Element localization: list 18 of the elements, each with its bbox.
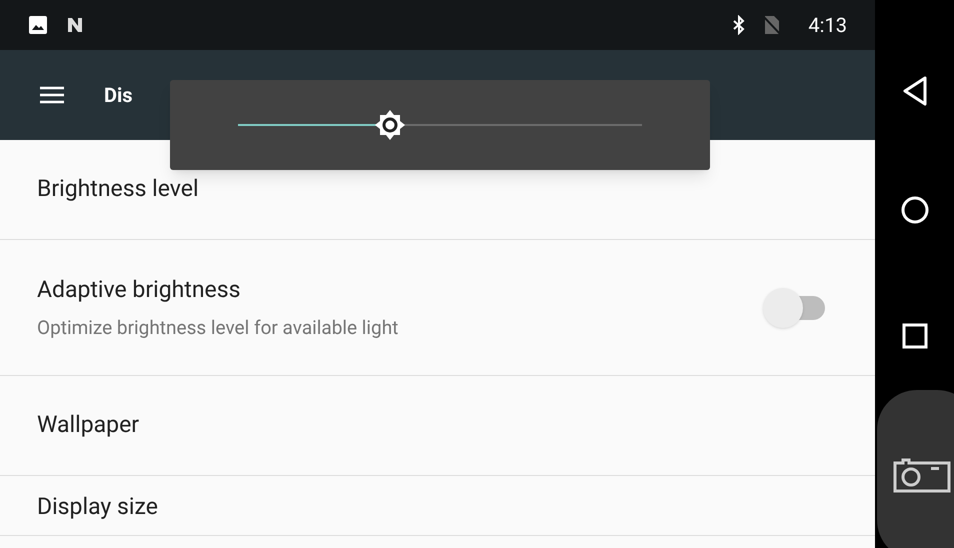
menu-icon[interactable] [40,86,64,104]
setting-title[interactable]: Wallpaper [37,408,838,443]
no-sim-icon [764,15,780,35]
back-icon[interactable] [902,75,928,107]
home-icon[interactable] [900,195,930,225]
n-logo-icon [66,16,84,34]
setting-summary: Optimize brightness level for available light [37,314,400,340]
image-icon [28,15,48,35]
recents-icon[interactable] [902,323,928,349]
setting-title[interactable]: Brightness level [37,172,838,207]
brightness-slider[interactable] [238,110,642,140]
bluetooth-icon [732,15,746,35]
toolbar-title: Dis [104,82,133,109]
setting-title[interactable]: Display size [37,490,838,524]
status-time: 4:13 [808,12,847,39]
brightness-thumb-icon[interactable] [374,109,406,141]
setting-title[interactable]: Adaptive brightness [37,273,763,308]
camera-button[interactable] [877,390,954,548]
